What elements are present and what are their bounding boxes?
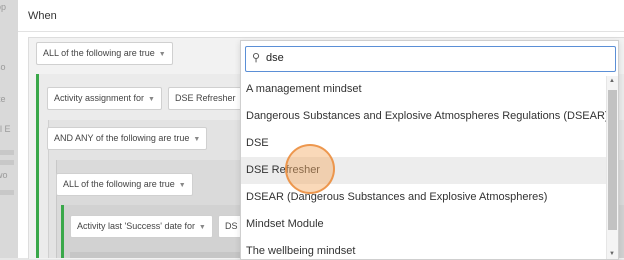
section-title: When: [28, 10, 57, 22]
scroll-up-icon[interactable]: ▲: [609, 78, 615, 84]
dropdown-option[interactable]: A management mindset: [241, 76, 607, 103]
caret-down-icon: ▼: [176, 182, 186, 189]
caret-down-icon: ▼: [156, 51, 166, 58]
activity-select-value: DSE Refresher: [175, 93, 236, 103]
sidebar-bar: [0, 150, 14, 155]
search-icon: ⚲: [252, 52, 261, 64]
scroll-down-icon[interactable]: ▼: [609, 251, 615, 257]
dropdown-scrollbar[interactable]: ▲ ▼: [606, 76, 618, 259]
group-operator-label: AND ANY of the following are true: [54, 133, 190, 143]
activity-select-value: DS: [225, 221, 238, 231]
sidebar-bar: [0, 190, 14, 195]
click-indicator: [285, 144, 335, 194]
sidebar-fragment: ill E: [0, 124, 11, 134]
caret-down-icon: ▼: [196, 224, 206, 231]
group-operator-select[interactable]: AND ANY of the following are true ▼: [47, 127, 208, 150]
dropdown-search-box[interactable]: ⚲: [245, 46, 616, 72]
sidebar-fragment: op: [0, 2, 7, 12]
group-operator-label: ALL of the following are true: [43, 48, 155, 58]
condition-type-select[interactable]: Activity assignment for ▼: [47, 87, 162, 110]
scrollbar-thumb[interactable]: [608, 90, 617, 230]
dropdown-option[interactable]: Dangerous Substances and Explosive Atmos…: [241, 103, 609, 130]
dropdown-option[interactable]: Mindset Module: [241, 211, 607, 238]
condition-row-partial: [70, 252, 250, 258]
dropdown-search-input[interactable]: [266, 50, 596, 66]
sidebar-bar: [0, 160, 14, 165]
condition-type-select[interactable]: Activity last 'Success' date for ▼: [70, 215, 213, 238]
group-operator-select[interactable]: ALL of the following are true ▼: [56, 173, 193, 196]
caret-down-icon: ▼: [146, 96, 155, 103]
activity-select[interactable]: DSE Refresher: [168, 87, 246, 110]
dropdown-option[interactable]: The wellbeing mindset: [241, 238, 607, 259]
sidebar-fragment: ite: [0, 94, 6, 104]
divider: [18, 31, 624, 32]
background-sidebar: op so ite ill E wo: [0, 0, 18, 258]
caret-down-icon: ▼: [191, 136, 201, 143]
condition-type-label: Activity last 'Success' date for: [77, 221, 195, 231]
group-operator-label: ALL of the following are true: [63, 179, 175, 189]
sidebar-fragment: wo: [0, 170, 8, 180]
sidebar-fragment: so: [0, 62, 6, 72]
group-operator-select[interactable]: ALL of the following are true ▼: [36, 42, 173, 65]
condition-type-label: Activity assignment for: [54, 93, 145, 103]
